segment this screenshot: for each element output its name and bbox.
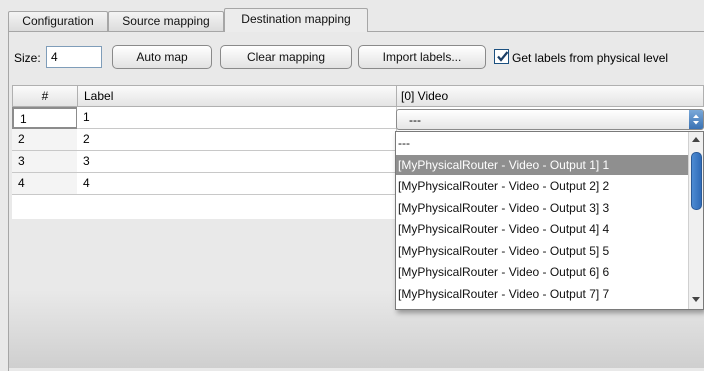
get-labels-label[interactable]: Get labels from physical level	[512, 51, 668, 65]
dropdown-option[interactable]: [MyPhysicalRouter - Video - Output 6] 6	[396, 262, 689, 282]
tab-source-mapping[interactable]: Source mapping	[108, 11, 224, 31]
video-destination-combo[interactable]: ---	[396, 109, 704, 130]
dropdown-option[interactable]: ---	[396, 133, 689, 153]
row-label-cell[interactable]: 1	[77, 107, 397, 129]
row-label-cell[interactable]: 2	[77, 129, 397, 151]
scroll-down-icon[interactable]	[692, 296, 700, 303]
auto-map-button[interactable]: Auto map	[112, 45, 212, 69]
dropdown-option[interactable]: [MyPhysicalRouter - Video - Output 7] 7	[396, 284, 689, 304]
checkmark-icon	[497, 51, 509, 62]
row-label-cell[interactable]: 4	[77, 173, 397, 195]
combo-arrows-icon[interactable]	[689, 110, 703, 129]
row-number[interactable]: 4	[12, 173, 78, 195]
row-number[interactable]: 2	[12, 129, 78, 151]
dropdown-option[interactable]: [MyPhysicalRouter - Video - Output 3] 3	[396, 198, 689, 218]
row-number[interactable]: 3	[12, 151, 78, 173]
get-labels-checkbox[interactable]	[494, 49, 509, 64]
scroll-up-icon[interactable]	[692, 136, 700, 143]
clear-mapping-button[interactable]: Clear mapping	[220, 45, 352, 69]
column-header-number[interactable]: #	[12, 85, 78, 107]
size-input[interactable]: 4	[46, 46, 102, 68]
dropdown-option-selected[interactable]: [MyPhysicalRouter - Video - Output 1] 1	[396, 155, 689, 175]
dropdown-option[interactable]: [MyPhysicalRouter - Video - Output 5] 5	[396, 241, 689, 261]
row-number[interactable]: 1	[12, 107, 78, 129]
size-label: Size:	[14, 51, 41, 65]
video-destination-dropdown: --- [MyPhysicalRouter - Video - Output 1…	[395, 131, 704, 310]
dropdown-scrollbar[interactable]	[688, 132, 703, 309]
tab-destination-mapping[interactable]: Destination mapping	[224, 8, 368, 32]
dropdown-option[interactable]: [MyPhysicalRouter - Video - Output 4] 4	[396, 219, 689, 239]
row-label-cell[interactable]: 3	[77, 151, 397, 173]
tab-configuration[interactable]: Configuration	[8, 11, 108, 31]
dropdown-option[interactable]: [MyPhysicalRouter - Video - Output 2] 2	[396, 176, 689, 196]
import-labels-button[interactable]: Import labels...	[358, 45, 486, 69]
column-header-label[interactable]: Label	[77, 85, 397, 107]
scrollbar-thumb[interactable]	[691, 152, 702, 210]
combo-value: ---	[409, 113, 421, 127]
column-header-video[interactable]: [0] Video	[396, 85, 704, 107]
